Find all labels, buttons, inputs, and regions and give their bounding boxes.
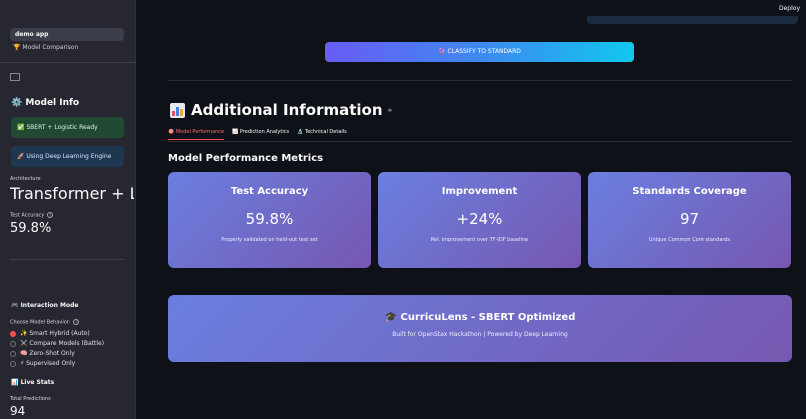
card-subtitle: Rel. improvement over TF-IDF baseline	[430, 237, 529, 243]
classify-button[interactable]: 🔮 CLASSIFY TO STANDARD	[325, 42, 634, 62]
radio-selected-icon	[10, 330, 16, 337]
sidebar: demo app 🏆 Model Comparison ⚙️ Model Inf…	[0, 0, 136, 419]
help-icon[interactable]: ?	[47, 212, 54, 218]
live-stats-heading: 📊 Live Stats	[11, 379, 54, 386]
nav-item-label: demo app	[15, 31, 49, 38]
section-title-text: Additional Information	[191, 101, 383, 119]
status-info-text: 🚀 Using Deep Learning Engine	[17, 153, 112, 160]
card-value: +24%	[456, 210, 503, 228]
broken-image-icon	[10, 73, 20, 81]
tab-technical-details[interactable]: 🔬 Technical Details	[297, 129, 347, 140]
tab-bar: 🎯 Model Performance 📈 Prediction Analyti…	[168, 129, 355, 140]
bar-chart-icon	[170, 102, 185, 118]
status-info-alert: 🚀 Using Deep Learning Engine	[11, 146, 124, 167]
link-icon[interactable]: ⚭	[387, 106, 394, 115]
radio-unselected-icon	[10, 350, 16, 357]
radio-option-compare-models[interactable]: ⚔️ Compare Models (Battle)	[10, 340, 104, 347]
trophy-icon: 🏆	[13, 44, 21, 51]
live-stats-title: Live Stats	[20, 379, 55, 386]
nav-item-label: Model Comparison	[22, 44, 79, 51]
total-predictions-value: 94	[10, 404, 26, 418]
radio-unselected-icon	[10, 360, 16, 367]
radio-option-label: ✨ Smart Hybrid (Auto)	[20, 330, 90, 337]
radio-option-label: 🧠 Zero-Shot Only	[20, 350, 75, 357]
radio-option-zero-shot[interactable]: 🧠 Zero-Shot Only	[10, 350, 75, 357]
deploy-button[interactable]: Deploy	[779, 5, 800, 12]
bar-chart-icon: 📊	[11, 379, 19, 386]
radio-option-supervised[interactable]: ⚡ Supervised Only	[10, 360, 75, 367]
architecture-label: Architecture	[10, 176, 41, 182]
card-value: 97	[679, 210, 700, 228]
banner-title: 🎓 CurricuLens - SBERT Optimized	[384, 312, 576, 323]
card-title: Improvement	[441, 186, 518, 197]
model-behavior-prompt: Choose Model Behavior:?	[10, 319, 80, 326]
metric-card-improvement: Improvement +24% Rel. improvement over T…	[378, 172, 581, 268]
metric-card-accuracy: Test Accuracy 59.8% Properly validated o…	[168, 172, 371, 268]
radio-option-label: ⚔️ Compare Models (Battle)	[20, 340, 105, 347]
radio-unselected-icon	[10, 340, 16, 347]
model-info-heading: ⚙️ Model Info	[11, 98, 79, 108]
nav-item-demo-app[interactable]: demo app	[10, 28, 124, 41]
nav-item-model-comparison[interactable]: 🏆 Model Comparison	[13, 44, 78, 51]
section-title: Additional Information ⚭	[170, 101, 393, 119]
gamepad-icon: 🎮	[11, 302, 19, 309]
tab-underline	[168, 141, 792, 142]
radio-option-smart-hybrid[interactable]: ✨ Smart Hybrid (Auto)	[10, 330, 90, 337]
model-behavior-prompt-text: Choose Model Behavior:	[10, 319, 71, 326]
interaction-mode-title: Interaction Mode	[20, 302, 79, 309]
tab-model-performance[interactable]: 🎯 Model Performance	[168, 129, 225, 140]
status-success-alert: ✅ SBERT + Logistic Ready	[11, 117, 124, 138]
help-icon[interactable]: ?	[73, 319, 80, 325]
test-accuracy-label-text: Test Accuracy	[10, 212, 45, 219]
sidebar-divider	[0, 62, 136, 63]
status-success-text: ✅ SBERT + Logistic Ready	[17, 124, 98, 131]
test-accuracy-value: 59.8%	[10, 221, 52, 236]
banner-subtitle: Built for OpenStax Hackathon | Powered b…	[392, 331, 568, 338]
main-divider	[168, 80, 792, 81]
card-subtitle: Unique Common Core standards	[648, 237, 731, 243]
model-info-title: Model Info	[25, 98, 80, 108]
tab-prediction-analytics[interactable]: 📈 Prediction Analytics	[232, 129, 289, 140]
sidebar-divider	[10, 259, 124, 260]
metric-card-coverage: Standards Coverage 97 Unique Common Core…	[588, 172, 791, 268]
footer-banner: 🎓 CurricuLens - SBERT Optimized Built fo…	[168, 295, 792, 362]
metrics-heading: Model Performance Metrics	[168, 153, 324, 164]
architecture-value: Transformer + Li...	[10, 184, 134, 203]
card-subtitle: Properly validated on held-out test set	[221, 237, 318, 243]
top-input-stub	[587, 16, 798, 24]
gear-icon: ⚙️	[11, 98, 23, 108]
total-predictions-label: Total Predictions	[10, 396, 51, 402]
interaction-mode-heading: 🎮 Interaction Mode	[11, 302, 78, 309]
radio-option-label: ⚡ Supervised Only	[20, 360, 76, 367]
test-accuracy-label: Test Accuracy?	[10, 212, 54, 219]
card-title: Standards Coverage	[632, 186, 747, 197]
card-value: 59.8%	[245, 210, 294, 228]
card-title: Test Accuracy	[230, 186, 309, 197]
